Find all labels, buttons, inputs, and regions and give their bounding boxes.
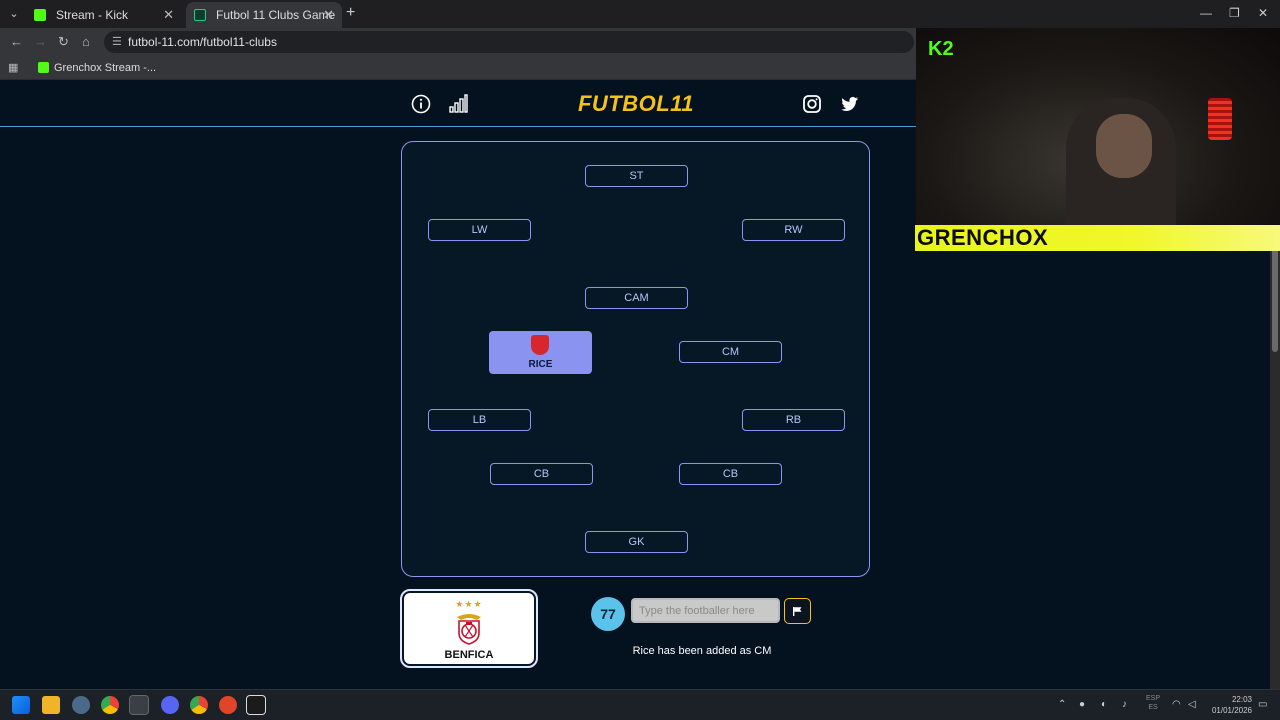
windows-taskbar: ⌃ ● ◐ ♪ ESP ES ◠ ◁ 22:03 01/01/2026 ▭ [0,689,1280,720]
position-slot-rb[interactable]: RB [742,409,845,431]
streamer-head [1096,114,1152,178]
obs-icon[interactable] [129,695,149,715]
address-bar[interactable]: ☰ futbol-11.com/futbol11-clubs [104,31,914,53]
position-slot-cam[interactable]: CAM [585,287,688,309]
position-slot-lb[interactable]: LB [428,409,531,431]
kick-favicon-icon [38,62,49,73]
discord-icon[interactable] [161,696,179,714]
settings-icon[interactable] [72,696,90,714]
bookmark-grenchox-stream[interactable]: Grenchox Stream -... [38,60,156,76]
bookmark-label: Grenchox Stream -... [54,62,157,74]
position-slot-rw[interactable]: RW [742,219,845,241]
chrome-icon[interactable] [101,696,119,714]
browser-tab-bar: ⌄ Stream - Kick Dashboard ✕ Futbol 11 Cl… [0,0,1280,48]
language-code: ESP [1146,695,1161,702]
tab-search-chevron-icon[interactable]: ⌄ [4,4,24,24]
ea-app-icon[interactable] [246,695,266,715]
close-tab-icon[interactable]: ✕ [323,2,334,28]
reload-icon[interactable]: ↻ [58,34,69,50]
position-slot-cb-left[interactable]: CB [490,463,593,485]
status-message: Rice has been added as CM [632,645,772,657]
benfica-crest-icon [457,614,481,645]
filled-player-card[interactable]: RICE [489,331,592,374]
position-slot-st[interactable]: ST [585,165,688,187]
apps-grid-icon[interactable]: ▦ [8,61,18,74]
url-text: futbol-11.com/futbol11-clubs [128,35,277,49]
rgb-light [1208,98,1232,140]
tray-app-icon[interactable]: ● [1079,699,1085,710]
tray-chevron-icon[interactable]: ⌃ [1058,699,1066,710]
wifi-icon[interactable]: ◠ [1172,699,1181,710]
tab-futbol11[interactable]: Futbol 11 Clubs Game ✕ [186,2,342,28]
futbol11-favicon-icon [194,9,206,21]
tray-network-icon[interactable]: ◐ [1101,699,1107,710]
app-icon[interactable] [219,696,237,714]
position-slot-cm[interactable]: CM [679,341,782,363]
system-clock[interactable]: 22:03 01/01/2026 [1208,694,1252,716]
minimize-icon[interactable]: — [1200,6,1212,20]
player-name: RICE [528,359,553,370]
formation-pitch: ST LW RW CAM RICE CM LB RB CB CB GK [401,141,870,577]
tab-title: Futbol 11 Clubs Game [216,8,336,22]
twitter-icon[interactable] [838,93,860,115]
close-window-icon[interactable]: ✕ [1258,6,1268,20]
position-slot-lw[interactable]: LW [428,219,531,241]
footballer-search-input[interactable] [631,598,780,623]
close-tab-icon[interactable]: ✕ [163,2,174,28]
arsenal-crest-icon [531,335,549,355]
flag-icon [793,606,802,616]
streamer-name: GRENCHOX [917,225,1049,250]
kick-logo-icon: K2 [928,38,954,60]
streamer-nameplate: GRENCHOX [915,225,1280,251]
clock-time: 22:03 [1231,695,1252,704]
chrome-profile-icon[interactable] [190,696,208,714]
club-name: BENFICA [444,649,494,661]
site-info-icon[interactable]: ☰ [112,31,122,53]
tab-kick-dashboard[interactable]: Stream - Kick Dashboard ✕ [26,2,182,48]
home-icon[interactable]: ⌂ [82,34,90,49]
clock-date: 01/01/2026 [1211,706,1252,715]
new-tab-icon[interactable]: + [346,4,355,22]
forward-icon[interactable]: → [34,34,47,49]
back-icon[interactable]: ← [10,34,23,49]
windows-start-icon[interactable] [12,696,30,714]
language-region: ES [1148,704,1158,711]
file-explorer-icon[interactable] [42,696,60,714]
position-slot-gk[interactable]: GK [585,531,688,553]
club-card: ★★★ BENFICA [400,589,538,668]
position-slot-cb-right[interactable]: CB [679,463,782,485]
volume-icon[interactable]: ◁ [1188,699,1196,710]
maximize-icon[interactable]: ❐ [1229,6,1240,20]
instagram-icon[interactable] [801,93,823,115]
webcam-overlay: K2 [916,28,1280,250]
give-up-flag-button[interactable] [784,598,811,624]
remaining-counter: 77 [591,597,625,631]
kick-favicon-icon [34,9,46,21]
tray-mic-icon[interactable]: ♪ [1122,699,1127,710]
keyboard-language[interactable]: ESP ES [1146,694,1160,712]
notifications-icon[interactable]: ▭ [1258,699,1267,710]
